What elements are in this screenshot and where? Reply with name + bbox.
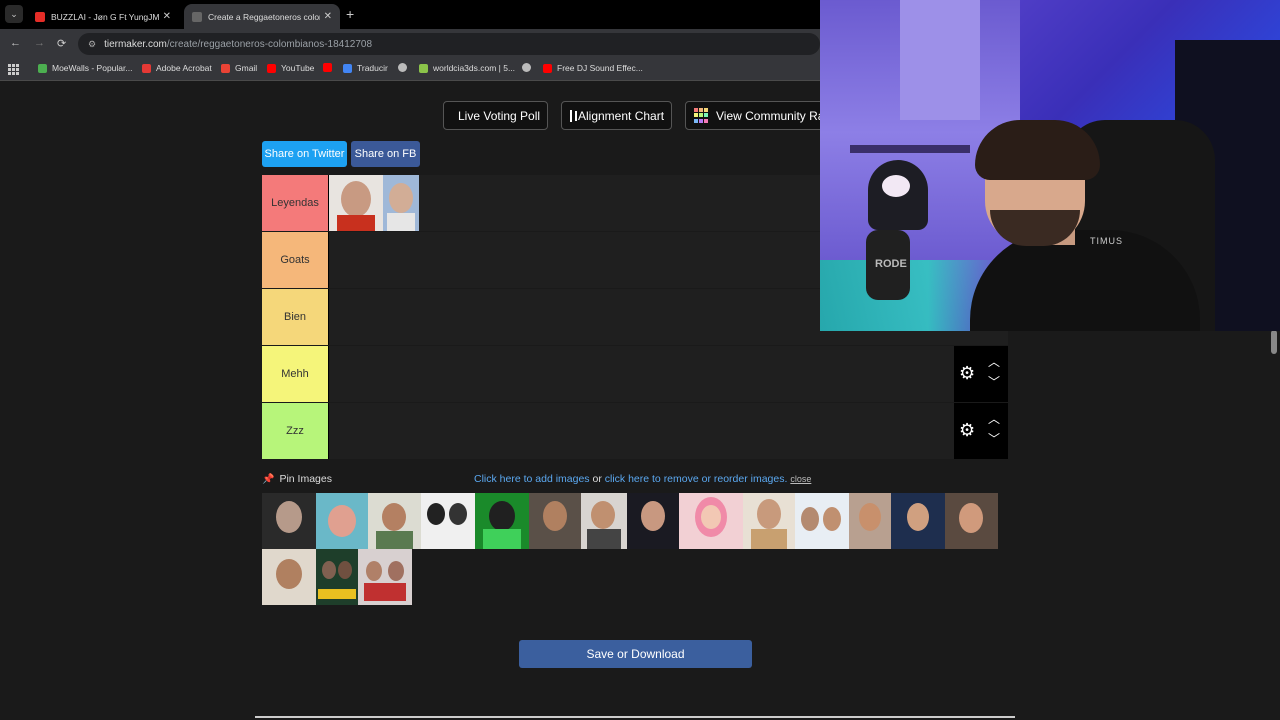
pool-image[interactable]	[679, 493, 743, 549]
pool-image[interactable]	[849, 493, 891, 549]
url-input[interactable]: ⚙ tiermaker.com/create/reggaetoneros-col…	[78, 33, 820, 55]
tab-title: BUZZLAI - Jøn G Ft YungJMC (V	[51, 11, 159, 22]
back-icon[interactable]: ←	[10, 37, 21, 49]
pool-image[interactable]	[529, 493, 581, 549]
pool-image[interactable]	[891, 493, 945, 549]
tier-item-image[interactable]	[383, 175, 419, 231]
reorder-images-link[interactable]: click here to remove or reorder images.	[605, 473, 788, 485]
live-voting-button[interactable]: Live Voting Poll	[443, 101, 548, 130]
share-facebook-button[interactable]: Share on FB	[351, 141, 420, 167]
save-download-button[interactable]: Save or Download	[519, 640, 752, 668]
pool-image[interactable]	[262, 549, 316, 605]
pool-image[interactable]	[421, 493, 475, 549]
add-images-link[interactable]: Click here to add images	[474, 473, 590, 485]
gmail-icon	[221, 63, 230, 73]
page-divider	[255, 716, 1015, 718]
share-twitter-button[interactable]: Share on Twitter	[262, 141, 347, 167]
pool-image[interactable]	[795, 493, 849, 549]
youtube-icon	[323, 63, 332, 72]
image-pool-header: 📌 Pin Images Click here to add images or…	[262, 472, 1008, 488]
tier-label[interactable]: Mehh	[262, 346, 329, 402]
pool-image[interactable]	[627, 493, 679, 549]
bookmark-gmail[interactable]: Gmail	[221, 63, 257, 73]
site-info-icon[interactable]: ⚙	[88, 39, 96, 50]
globe-icon	[398, 63, 407, 72]
pool-image[interactable]	[945, 493, 998, 549]
chevron-up-icon[interactable]: ︿	[988, 413, 1000, 425]
mic-brand: RODE	[875, 258, 907, 270]
tier-label[interactable]: Bien	[262, 289, 329, 345]
tier-controls: ⚙ ︿ ﹀	[954, 346, 1008, 402]
tier-dropzone[interactable]	[329, 403, 954, 459]
bookmark-worldcia3ds[interactable]: worldcia3ds.com | 5...	[419, 63, 515, 73]
tab-search-button[interactable]: ⌄	[5, 5, 23, 23]
chevron-down-icon[interactable]: ﹀	[988, 433, 1000, 445]
browser-tab-tiermaker[interactable]: Create a Reggaetoneros colom ✕	[184, 4, 340, 29]
close-link[interactable]: close	[790, 474, 811, 484]
tier-rank-icon	[694, 107, 708, 124]
gear-icon[interactable]: ⚙	[959, 421, 975, 439]
bookmark-youtube[interactable]: YouTube	[267, 63, 314, 73]
pool-image[interactable]	[475, 493, 529, 549]
youtube-icon	[543, 63, 552, 73]
gear-icon[interactable]: ⚙	[959, 364, 975, 382]
tier-label[interactable]: Goats	[262, 232, 329, 288]
forward-icon[interactable]: →	[34, 37, 45, 49]
close-tab-icon[interactable]: ✕	[324, 11, 332, 22]
tab-title: Create a Reggaetoneros colom	[208, 11, 320, 22]
view-community-rank-button[interactable]: View Community Rank	[685, 101, 825, 130]
url-host: tiermaker.com	[104, 38, 167, 50]
url-path: /create/reggaetoneros-colombianos-184127…	[166, 38, 373, 50]
or-text: or	[592, 473, 602, 485]
tier-dropzone[interactable]	[329, 346, 954, 402]
close-tab-icon[interactable]: ✕	[163, 11, 171, 22]
chevron-down-icon[interactable]: ﹀	[988, 376, 1000, 388]
pin-images-toggle[interactable]: 📌 Pin Images	[262, 473, 332, 485]
bookmark-traducir[interactable]: Traducir	[343, 63, 388, 73]
tiermaker-icon	[192, 11, 202, 22]
translate-icon	[343, 63, 352, 73]
pin-icon: 📌	[262, 473, 275, 485]
tier-row-zzz: Zzz ⚙ ︿ ﹀	[262, 403, 1008, 459]
bookmark-moewalls[interactable]: MoeWalls - Popular...	[38, 63, 132, 73]
pool-image[interactable]	[743, 493, 795, 549]
worldcia-icon	[419, 63, 428, 73]
pool-image[interactable]	[368, 493, 421, 549]
pool-image[interactable]	[262, 493, 316, 549]
chevron-up-icon[interactable]: ︿	[988, 356, 1000, 368]
pool-image[interactable]	[316, 549, 358, 605]
webcam-overlay: RODE TIMUS	[820, 0, 1280, 331]
bookmark-youtube-2[interactable]	[323, 63, 337, 72]
alignment-chart-button[interactable]: Alignment Chart	[561, 101, 672, 130]
pool-links: Click here to add images or click here t…	[474, 473, 811, 485]
pool-image[interactable]	[316, 493, 368, 549]
youtube-icon	[267, 63, 276, 73]
bookmark-globe[interactable]	[398, 63, 412, 72]
grid-icon	[570, 109, 577, 122]
reload-icon[interactable]: ⟳	[57, 37, 66, 50]
bookmark-globe-2[interactable]	[522, 63, 536, 72]
tier-row-mehh: Mehh ⚙ ︿ ﹀	[262, 346, 1008, 402]
new-tab-button[interactable]: +	[346, 6, 354, 22]
page-scrollbar[interactable]	[1271, 330, 1277, 354]
browser-tab-buzzlai[interactable]: BUZZLAI - Jøn G Ft YungJMC (V ✕	[27, 4, 179, 29]
moewalls-icon	[38, 63, 47, 73]
chair-logo-text: TIMUS	[1090, 236, 1123, 246]
apps-grid-icon[interactable]	[8, 64, 19, 75]
bookmark-adobe-acrobat[interactable]: Adobe Acrobat	[142, 63, 212, 73]
bookmark-free-dj[interactable]: Free DJ Sound Effec...	[543, 63, 643, 73]
tier-label[interactable]: Leyendas	[262, 175, 329, 231]
tier-item-image[interactable]	[329, 175, 383, 231]
globe-icon	[522, 63, 531, 72]
tier-label[interactable]: Zzz	[262, 403, 329, 459]
pool-image[interactable]	[358, 549, 412, 605]
pool-image[interactable]	[581, 493, 627, 549]
acrobat-icon	[142, 63, 151, 73]
tier-controls: ⚙ ︿ ﹀	[954, 403, 1008, 459]
youtube-icon	[35, 11, 45, 22]
